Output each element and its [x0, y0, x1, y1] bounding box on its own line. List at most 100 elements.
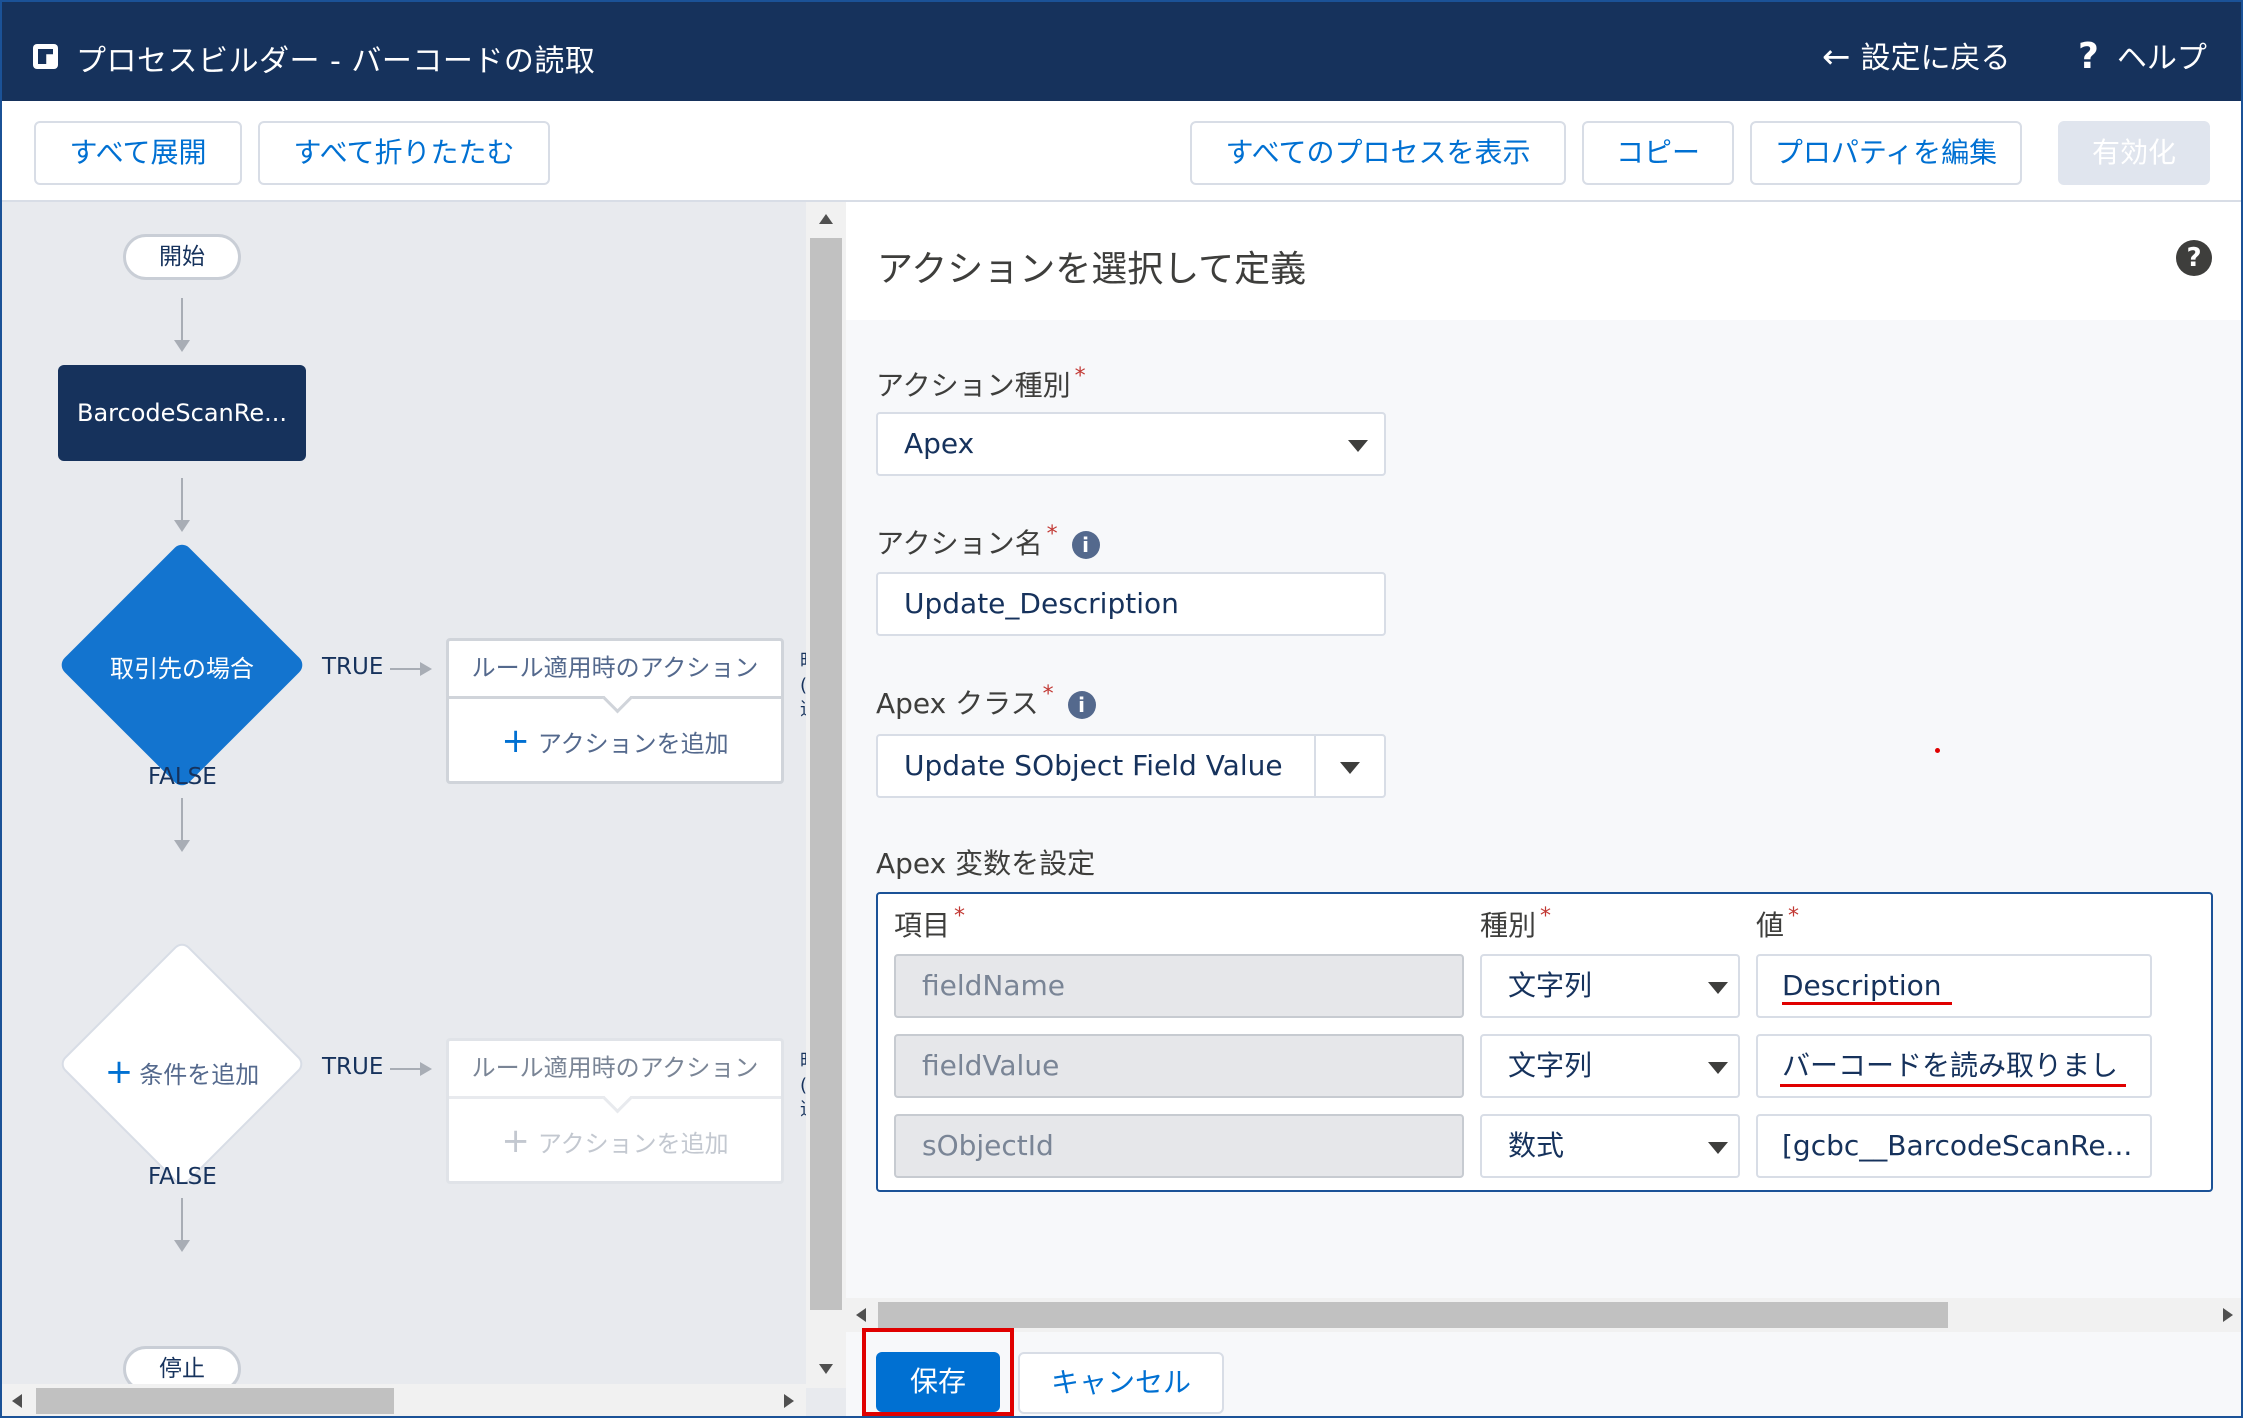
red-underline-mark [1782, 1002, 1952, 1005]
apex-var-value-input[interactable]: バーコードを読み取りまし [1756, 1034, 2152, 1098]
scrollbar-thumb[interactable] [36, 1388, 394, 1414]
col-field-text: 項目 [894, 909, 951, 942]
apex-var-value-input[interactable]: [gcbc__BarcodeScanRe... [1756, 1114, 2152, 1178]
add-action-label: アクションを追加 [537, 730, 729, 758]
immediate-actions-box-1: ルール適用時のアクション + アクションを追加 [446, 638, 784, 784]
immediate-actions-header: ルール適用時のアクション [449, 1041, 781, 1099]
false-label: FALSE [148, 764, 217, 790]
apex-class-label: Apex クラス * i [876, 682, 1096, 722]
activate-button[interactable]: 有効化 [2058, 121, 2210, 185]
red-dot-mark [1935, 748, 1940, 753]
toolbar: すべて展開 すべて折りたたむ すべてのプロセスを表示 コピー プロパティを編集 … [0, 101, 2243, 202]
question-mark-icon: ? [2078, 36, 2099, 77]
apex-var-field-readonly: fieldValue [894, 1034, 1464, 1098]
flow-arrow [174, 298, 190, 352]
app-header: プロセスビルダー - バーコードの読取 ← 設定に戻る ? ヘルプ [0, 0, 2243, 101]
required-mark: * [954, 904, 966, 929]
type-value: 文字列 [1508, 1049, 1593, 1082]
edit-properties-button[interactable]: プロパティを編集 [1750, 121, 2022, 185]
true-label: TRUE [322, 654, 384, 680]
add-criteria-label[interactable]: + 条件を追加 [57, 1052, 307, 1092]
action-type-label-text: アクション種別 [876, 369, 1071, 402]
true-label: TRUE [322, 1054, 384, 1080]
apex-var-field-readonly: sObjectId [894, 1114, 1464, 1178]
add-action-button-disabled: + アクションを追加 [449, 1099, 781, 1186]
save-button[interactable]: 保存 [876, 1352, 1000, 1412]
scroll-left-icon[interactable] [12, 1394, 22, 1408]
flow-arrow [174, 478, 190, 532]
chevron-down-icon [1708, 1142, 1728, 1154]
scroll-up-icon[interactable] [819, 214, 833, 224]
flow-arrow [390, 1062, 432, 1076]
type-value: 数式 [1508, 1129, 1565, 1162]
scroll-right-icon[interactable] [2223, 1308, 2233, 1322]
col-type-header: 種別 * [1480, 904, 1551, 944]
red-underline-mark [1780, 1084, 2126, 1087]
scroll-down-icon[interactable] [819, 1364, 833, 1374]
col-type-text: 種別 [1480, 909, 1537, 942]
required-mark: * [1074, 364, 1086, 389]
action-name-label: アクション名 * i [876, 522, 1100, 562]
chevron-down-icon [1348, 440, 1368, 452]
apex-var-type-select[interactable]: 文字列 [1480, 954, 1740, 1018]
canvas-horizontal-scrollbar[interactable] [0, 1384, 806, 1418]
expand-all-button[interactable]: すべて展開 [34, 121, 242, 185]
col-value-header: 値 * [1756, 904, 1799, 944]
add-action-button[interactable]: + アクションを追加 [449, 699, 781, 786]
plus-icon: + [501, 721, 530, 761]
page-title: プロセスビルダー - バーコードの読取 [76, 44, 596, 79]
back-label: 設定に戻る [1860, 41, 2011, 76]
chevron-down-icon [1708, 1062, 1728, 1074]
required-mark: * [1788, 904, 1800, 929]
scroll-right-icon[interactable] [784, 1394, 794, 1408]
action-type-value: Apex [904, 427, 975, 460]
canvas-vertical-scrollbar[interactable] [806, 202, 846, 1388]
criteria-1-label: 取引先の場合 [110, 655, 254, 683]
type-value: 文字列 [1508, 969, 1593, 1002]
select-divider [1314, 736, 1316, 796]
chevron-down-icon [1708, 982, 1728, 994]
panel-horizontal-scrollbar[interactable] [846, 1298, 2243, 1332]
info-icon[interactable]: i [1071, 531, 1100, 559]
flow-arrow [174, 1198, 190, 1252]
plus-icon: + [501, 1121, 530, 1161]
action-type-label: アクション種別 * [876, 364, 1086, 404]
scrollbar-thumb[interactable] [878, 1302, 1948, 1328]
info-icon[interactable]: i [1067, 691, 1096, 719]
action-type-select[interactable]: Apex [876, 412, 1386, 476]
false-label: FALSE [148, 1164, 217, 1190]
object-node[interactable]: BarcodeScanRe... [58, 365, 306, 461]
apex-var-type-select[interactable]: 文字列 [1480, 1034, 1740, 1098]
process-canvas: 開始 BarcodeScanRe... 取引先の場合 TRUE ルール適用時のア… [0, 202, 846, 1418]
apex-var-type-select[interactable]: 数式 [1480, 1114, 1740, 1178]
arrow-left-icon: ← [1822, 37, 1851, 77]
help-link[interactable]: ? ヘルプ [2078, 33, 2207, 77]
col-value-text: 値 [1756, 909, 1785, 942]
plus-icon: + [104, 1052, 134, 1092]
required-mark: * [1540, 904, 1552, 929]
action-name-label-text: アクション名 [876, 527, 1043, 560]
start-node: 開始 [123, 234, 241, 280]
chevron-down-icon [1340, 762, 1360, 774]
help-circle-icon[interactable]: ? [2176, 240, 2212, 276]
immediate-actions-box-2: ルール適用時のアクション + アクションを追加 [446, 1038, 784, 1184]
apex-class-label-text: Apex クラス [876, 687, 1039, 720]
required-mark: * [1046, 522, 1058, 547]
back-to-setup-link[interactable]: ← 設定に戻る [1822, 33, 2011, 77]
help-label: ヘルプ [2116, 41, 2207, 76]
apex-class-select[interactable]: Update SObject Field Value [876, 734, 1386, 798]
scroll-left-icon[interactable] [856, 1308, 866, 1322]
add-action-label: アクションを追加 [537, 1130, 729, 1158]
col-field-header: 項目 * [894, 904, 965, 944]
view-all-processes-button[interactable]: すべてのプロセスを表示 [1190, 121, 1566, 185]
apex-vars-label: Apex 変数を設定 [876, 847, 1096, 880]
flow-arrow [174, 798, 190, 852]
scrollbar-thumb[interactable] [810, 238, 842, 1310]
apex-var-field-readonly: fieldName [894, 954, 1464, 1018]
apex-var-value-input[interactable]: Description [1756, 954, 2152, 1018]
action-name-input[interactable]: Update_Description [876, 572, 1386, 636]
flow-arrow [390, 662, 432, 676]
copy-button[interactable]: コピー [1582, 121, 1734, 185]
collapse-all-button[interactable]: すべて折りたたむ [258, 121, 550, 185]
cancel-button[interactable]: キャンセル [1018, 1352, 1224, 1414]
